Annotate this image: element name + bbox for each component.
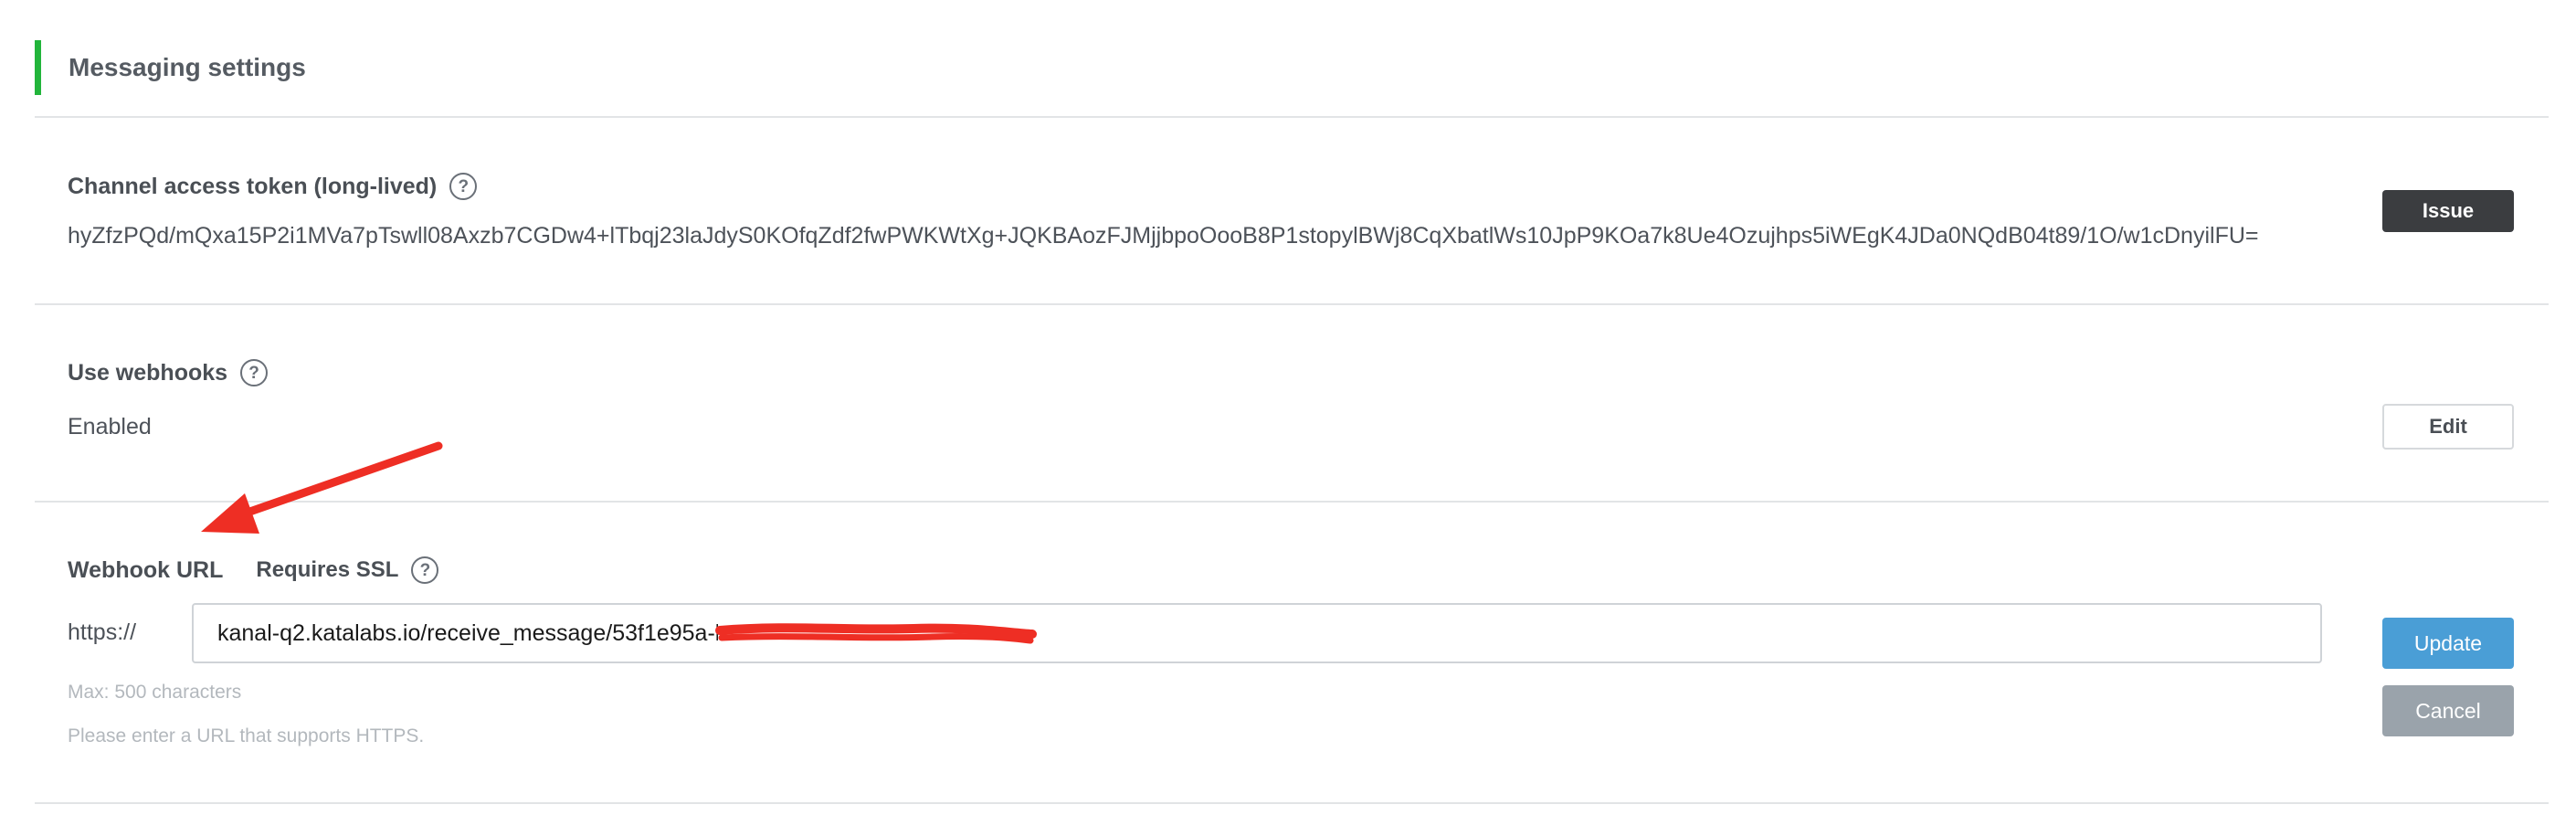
divider — [35, 116, 2549, 118]
url-prefix: https:// — [68, 619, 137, 645]
webhook-url-input[interactable] — [217, 605, 2320, 662]
webhooks-label: Use webhooks — [68, 359, 228, 386]
webhook-url-label-row: Webhook URL Requires SSL ? — [68, 554, 439, 587]
question-circle-icon[interactable]: ? — [411, 556, 439, 584]
issue-button[interactable]: Issue — [2382, 190, 2514, 232]
webhook-url-label: Webhook URL — [68, 556, 224, 583]
red-arrow-annotation — [201, 441, 443, 534]
section-header: Messaging settings — [35, 40, 306, 95]
section-title: Messaging settings — [69, 53, 306, 81]
divider — [35, 303, 2549, 305]
messaging-settings-page: Messaging settings Channel access token … — [0, 0, 2576, 815]
question-circle-icon[interactable]: ? — [240, 359, 269, 386]
edit-button[interactable]: Edit — [2382, 404, 2514, 450]
divider — [35, 802, 2549, 804]
max-characters-hint: Max: 500 characters — [68, 682, 242, 703]
divider — [35, 501, 2549, 503]
webhook-url-field[interactable] — [192, 603, 2322, 663]
https-hint: Please enter a URL that supports HTTPS. — [68, 725, 425, 746]
annotation-overlay — [201, 441, 1037, 647]
webhooks-label-row: Use webhooks ? — [68, 356, 269, 389]
channel-token-value: hyZfzPQd/mQxa15P2i1MVa7pTswll08Axzb7CGDw… — [68, 223, 2259, 249]
channel-token-label: Channel access token (long-lived) — [68, 173, 438, 199]
question-circle-icon[interactable]: ? — [449, 173, 478, 200]
requires-ssl-label: Requires SSL — [256, 557, 399, 582]
webhooks-status: Enabled — [68, 414, 152, 439]
update-button[interactable]: Update — [2382, 618, 2514, 669]
channel-token-label-row: Channel access token (long-lived) ? — [68, 170, 478, 203]
cancel-button[interactable]: Cancel — [2382, 685, 2514, 736]
